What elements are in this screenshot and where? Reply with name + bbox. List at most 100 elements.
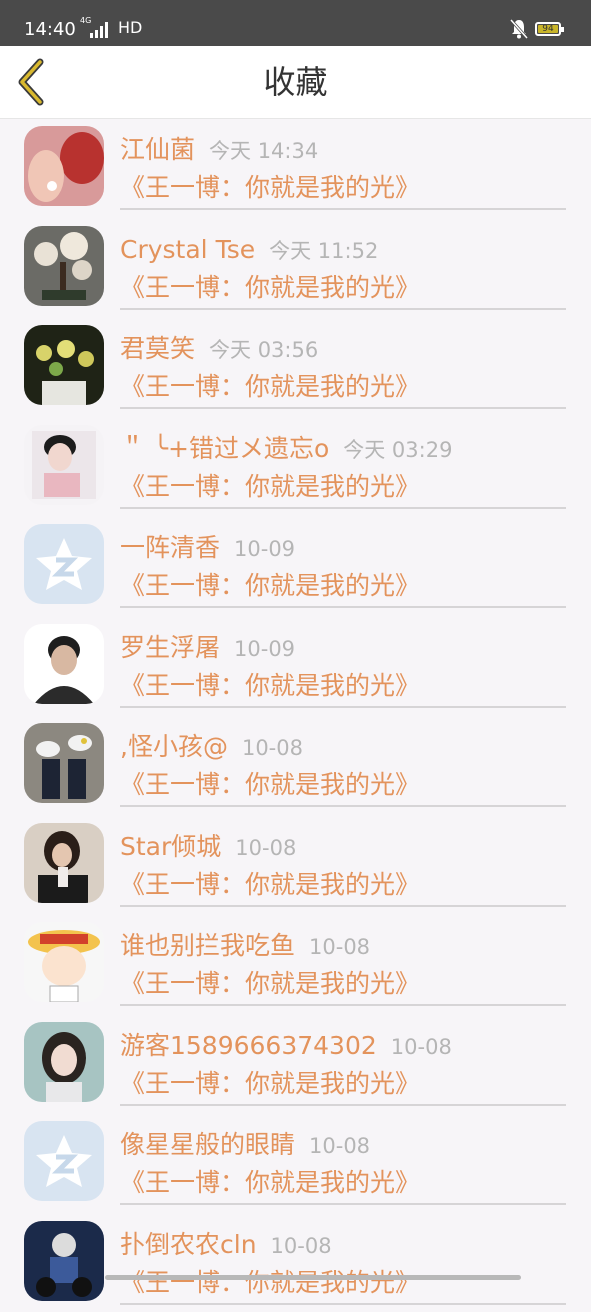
avatar-image <box>24 425 104 505</box>
avatar[interactable] <box>24 325 104 405</box>
timestamp: 10-08 <box>271 1234 332 1258</box>
avatar-image <box>24 624 104 704</box>
item-header: 江仙菌今天 14:34 <box>120 132 318 168</box>
chevron-left-icon <box>8 56 54 108</box>
book-title[interactable]: 《王一博：你就是我的光》 <box>120 469 420 505</box>
user-name[interactable]: 罗生浮屠 <box>120 633 220 662</box>
page-title: 收藏 <box>0 46 591 118</box>
timestamp: 10-08 <box>391 1035 452 1059</box>
list-item[interactable]: 扑倒农农cln 10-08 《王一博：你就是我的光》 <box>0 1213 591 1312</box>
item-header: 君莫笑今天 03:56 <box>120 331 318 367</box>
avatar-image <box>24 723 104 803</box>
timestamp: 今天 11:52 <box>269 239 378 263</box>
book-title[interactable]: 《王一博：你就是我的光》 <box>120 270 420 306</box>
book-title[interactable]: 《王一博：你就是我的光》 <box>120 1165 420 1201</box>
title-bar: 收藏 <box>0 46 591 119</box>
avatar[interactable] <box>24 226 104 306</box>
avatar[interactable] <box>24 1022 104 1102</box>
item-header: 罗生浮屠10-09 <box>120 630 295 666</box>
user-name[interactable]: 扑倒农农cln <box>120 1230 257 1259</box>
book-title[interactable]: 《王一博：你就是我的光》 <box>120 1066 420 1102</box>
list-item[interactable]: Star倾城 10-08 《王一博：你就是我的光》 <box>0 815 591 915</box>
item-header: 游客1589666374302 10-08 <box>120 1028 452 1064</box>
timestamp: 今天 03:56 <box>209 338 318 362</box>
book-title[interactable]: 《王一博：你就是我的光》 <box>120 966 420 1002</box>
bell-muted-icon <box>510 18 528 40</box>
avatar[interactable] <box>24 425 104 505</box>
user-name[interactable]: ,怪小孩@ <box>120 732 228 761</box>
avatar[interactable] <box>24 823 104 903</box>
book-title[interactable]: 《王一博：你就是我的光》 <box>120 867 420 903</box>
user-name[interactable]: 君莫笑 <box>120 334 195 363</box>
item-header: Star倾城 10-08 <box>120 829 296 865</box>
avatar-image <box>24 325 104 405</box>
book-title[interactable]: 《王一博：你就是我的光》 <box>120 170 420 206</box>
book-title[interactable]: 《王一博：你就是我的光》 <box>120 369 420 405</box>
avatar-image <box>24 823 104 903</box>
user-name[interactable]: 像星星般的眼睛 <box>120 1130 295 1159</box>
list-item[interactable]: 一阵清香 10-09 《王一博：你就是我的光》 <box>0 516 591 616</box>
avatar[interactable] <box>24 624 104 704</box>
list-item[interactable]: 像星星般的眼睛10-08《王一博：你就是我的光》 <box>0 1113 591 1213</box>
avatar-image <box>24 1022 104 1102</box>
divider <box>120 507 566 509</box>
item-header: 一阵清香 10-09 <box>120 530 295 566</box>
timestamp: 今天 03:29 <box>343 438 452 462</box>
list-item[interactable]: 江仙菌今天 14:34《王一博：你就是我的光》 <box>0 118 591 218</box>
list-item[interactable]: 谁也别拦我吃鱼 10-08 《王一博：你就是我的光》 <box>0 914 591 1014</box>
divider <box>120 805 566 807</box>
user-name[interactable]: Star倾城 <box>120 832 221 861</box>
qzone-default-icon <box>24 1121 104 1201</box>
battery-level: 94 <box>537 23 559 35</box>
divider <box>120 905 566 907</box>
item-header: 扑倒农农cln 10-08 <box>120 1227 332 1263</box>
avatar-image <box>24 922 104 1002</box>
timestamp: 10-09 <box>234 537 295 561</box>
user-name[interactable]: 一阵清香 <box>120 533 220 562</box>
hd-indicator: HD <box>118 18 142 38</box>
user-name[interactable]: Crystal Tse <box>120 235 255 264</box>
avatar-image <box>24 1221 104 1301</box>
status-bar: 14:40 4G HD 94 <box>0 0 591 46</box>
book-title[interactable]: 《王一博：你就是我的光》 <box>120 767 420 803</box>
avatar-image <box>24 226 104 306</box>
timestamp: 10-08 <box>242 736 303 760</box>
list-item[interactable]: ,怪小孩@ 10-08 《王一博：你就是我的光》 <box>0 715 591 815</box>
avatar[interactable] <box>24 723 104 803</box>
divider <box>120 208 566 210</box>
book-title[interactable]: 《王一博：你就是我的光》 <box>120 668 420 704</box>
list-item[interactable]: 罗生浮屠10-09《王一博：你就是我的光》 <box>0 616 591 716</box>
signal-icon: 4G HD <box>80 16 150 40</box>
avatar[interactable] <box>24 1221 104 1301</box>
battery-icon: 94 <box>535 22 561 36</box>
user-name[interactable]: 谁也别拦我吃鱼 <box>120 931 295 960</box>
timestamp: 10-08 <box>309 935 370 959</box>
book-title[interactable]: 《王一博：你就是我的光》 <box>120 568 420 604</box>
list-item[interactable]: 君莫笑今天 03:56《王一博：你就是我的光》 <box>0 317 591 417</box>
avatar[interactable] <box>24 126 104 206</box>
list-item[interactable]: Crystal Tse 今天 11:52 《王一博：你就是我的光》 <box>0 218 591 318</box>
item-header: 谁也别拦我吃鱼 10-08 <box>120 928 370 964</box>
list-item[interactable]: 游客1589666374302 10-08 《王一博：你就是我的光》 <box>0 1014 591 1114</box>
divider <box>120 1303 566 1305</box>
status-time: 14:40 <box>24 18 76 42</box>
avatar-image <box>24 126 104 206</box>
user-name[interactable]: 游客1589666374302 <box>120 1031 377 1060</box>
list-item[interactable]: ＂ ╰+错过メ遗忘o 今天 03:29 《王一博：你就是我的光》 <box>0 417 591 517</box>
book-title[interactable]: 《王一博：你就是我的光》 <box>120 1265 420 1301</box>
avatar[interactable] <box>24 524 104 604</box>
timestamp: 10-08 <box>235 836 296 860</box>
user-name[interactable]: ＂ ╰+错过メ遗忘o <box>120 434 329 463</box>
avatar[interactable] <box>24 1121 104 1201</box>
item-header: ,怪小孩@ 10-08 <box>120 729 303 765</box>
divider <box>120 1104 566 1106</box>
back-button[interactable] <box>8 56 54 108</box>
timestamp: 今天 14:34 <box>209 139 318 163</box>
divider <box>120 1004 566 1006</box>
item-header: Crystal Tse 今天 11:52 <box>120 232 378 268</box>
qzone-default-icon <box>24 524 104 604</box>
user-name[interactable]: 江仙菌 <box>120 135 195 164</box>
avatar[interactable] <box>24 922 104 1002</box>
item-header: ＂ ╰+错过メ遗忘o 今天 03:29 <box>120 431 452 467</box>
divider <box>120 407 566 409</box>
